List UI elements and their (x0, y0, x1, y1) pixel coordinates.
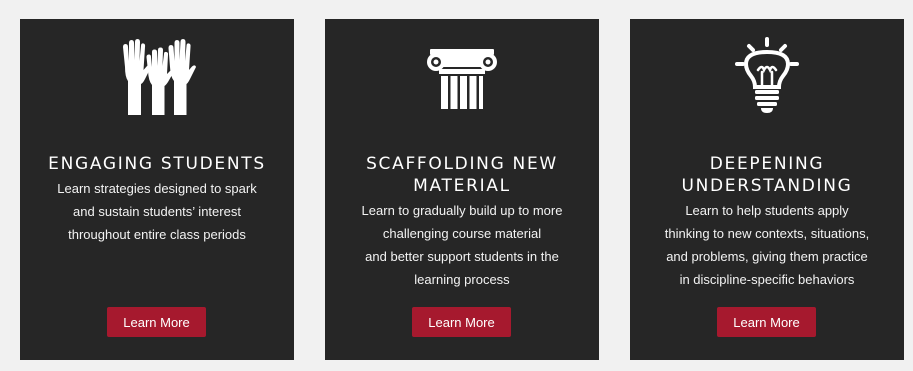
card-description-line: Learn to help students apply (685, 203, 849, 218)
card-description-line: and problems, giving them practice (666, 249, 868, 264)
card-description-line: throughout entire class periods (68, 227, 246, 242)
card-description-line: and sustain students’ interest (73, 204, 241, 219)
feature-cards: ENGAGING STUDENTS Learn strategies desig… (0, 0, 913, 371)
card-title-line: DEEPENING (709, 154, 825, 175)
lightbulb-icon (630, 37, 904, 115)
learn-more-button[interactable]: Learn More (412, 307, 511, 337)
card-description: Learn to help students apply thinking to… (648, 199, 886, 291)
card-description-line: in discipline-specific behaviors (679, 272, 855, 287)
card-description: Learn strategies designed to spark and s… (38, 177, 276, 246)
card-description-line: and better support students in the (365, 249, 559, 264)
card-description-line: Learn strategies designed to spark (57, 181, 257, 196)
column-pillar-icon (325, 37, 599, 115)
card-description-line: Learn to gradually build up to more (361, 203, 563, 218)
learn-more-button[interactable]: Learn More (717, 307, 816, 337)
card-title: ENGAGING STUDENTS (30, 153, 284, 175)
card-title-line: MATERIAL (413, 176, 511, 197)
card-deepening-understanding: DEEPENING UNDERSTANDING Learn to help st… (630, 19, 904, 360)
card-scaffolding-new-material: SCAFFOLDING NEW MATERIAL Learn to gradua… (325, 19, 599, 360)
card-description: Learn to gradually build up to more chal… (343, 199, 581, 291)
card-engaging-students: ENGAGING STUDENTS Learn strategies desig… (20, 19, 294, 360)
card-title: DEEPENING UNDERSTANDING (640, 153, 894, 197)
card-title-line: ENGAGING STUDENTS (48, 154, 266, 175)
card-title-line: SCAFFOLDING NEW (366, 154, 558, 175)
raised-hands-icon (20, 37, 294, 115)
learn-more-button[interactable]: Learn More (107, 307, 206, 337)
card-title: SCAFFOLDING NEW MATERIAL (335, 153, 589, 197)
card-description-line: learning process (414, 272, 510, 287)
card-description-line: challenging course material (382, 226, 542, 241)
card-description-line: thinking to new contexts, situations, (664, 226, 870, 241)
card-title-line: UNDERSTANDING (681, 176, 853, 197)
